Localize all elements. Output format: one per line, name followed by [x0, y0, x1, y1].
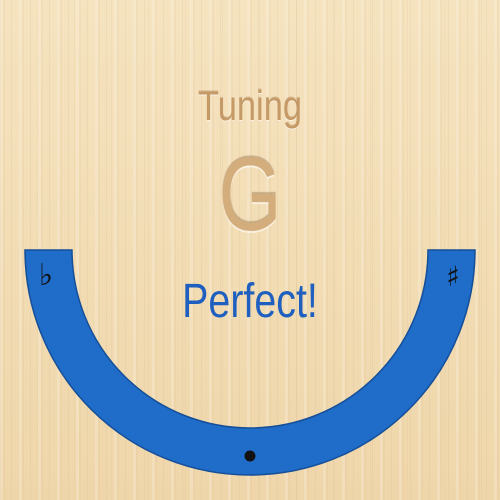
tuning-meter-arc — [24, 249, 476, 476]
flat-icon: ♭ — [39, 258, 53, 293]
sharp-icon: ♯ — [446, 260, 460, 293]
indicator-dot-icon — [244, 450, 256, 462]
tuning-meter: ♭ ♯ — [24, 249, 476, 476]
